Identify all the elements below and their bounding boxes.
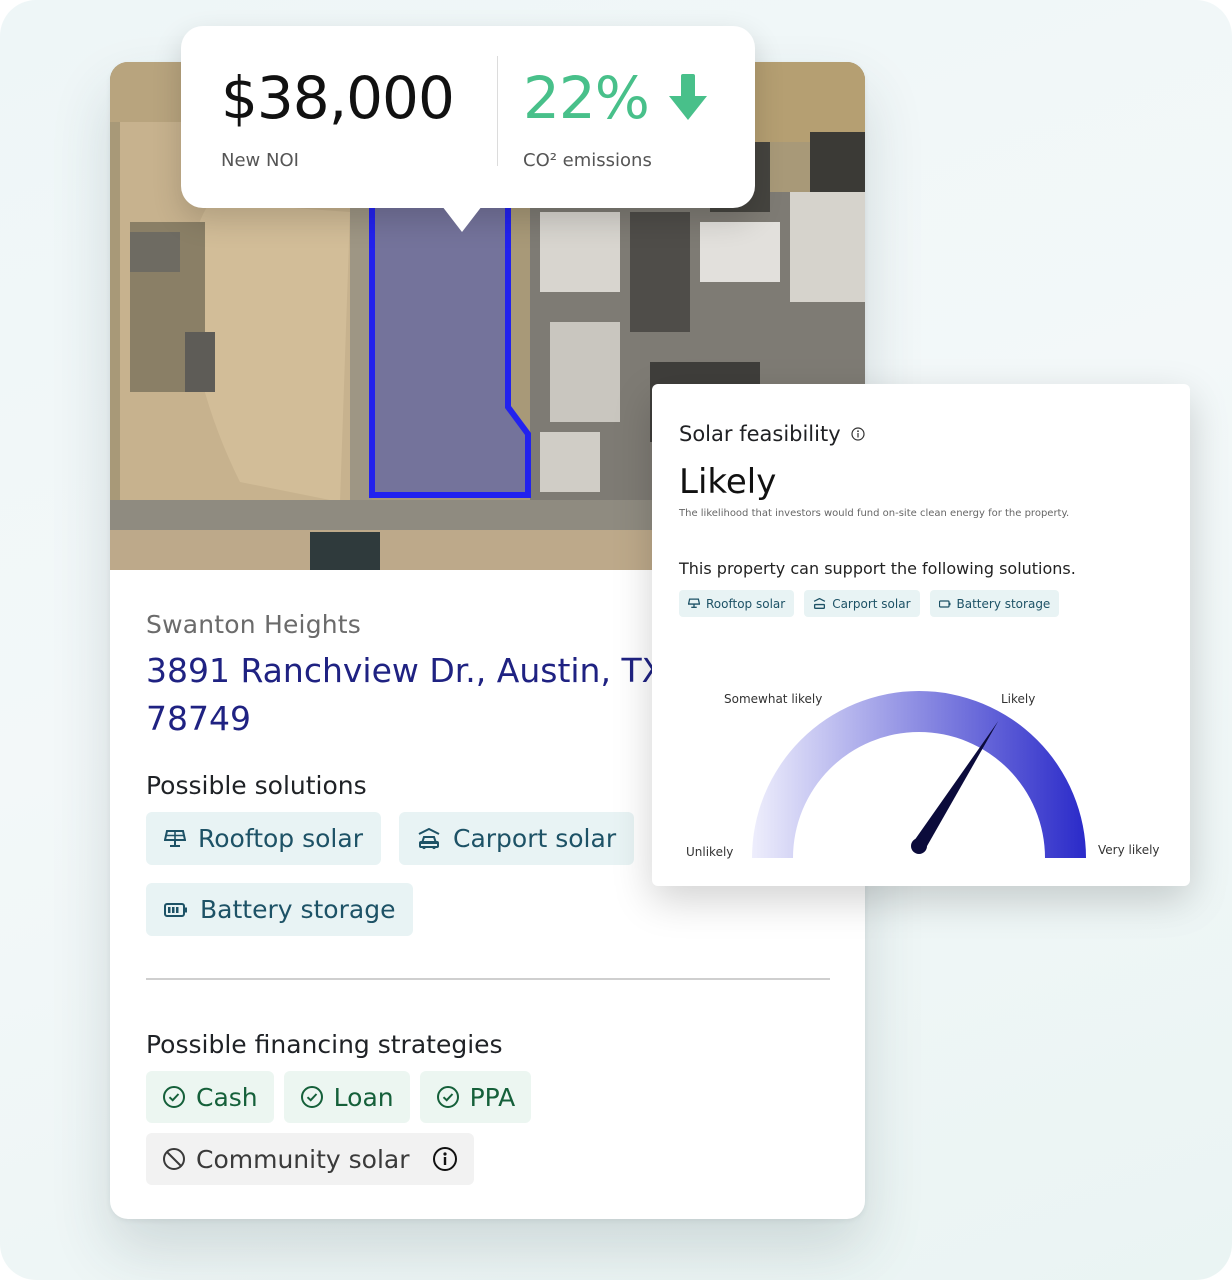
feasibility-title-row: Solar feasibility xyxy=(679,422,865,446)
mini-chip-label: Battery storage xyxy=(956,596,1051,611)
mini-chip-battery-storage[interactable]: Battery storage xyxy=(929,590,1060,617)
battery-icon xyxy=(938,599,950,608)
solar-feasibility-card: Solar feasibility Likely The likelihood … xyxy=(652,384,1190,886)
carport-icon xyxy=(813,597,826,609)
mini-chip-rooftop-solar[interactable]: Rooftop solar xyxy=(679,590,795,617)
gauge-label-unlikely: Unlikely xyxy=(686,845,734,859)
financing-chip-loan[interactable]: Loan xyxy=(283,1071,410,1123)
section-divider xyxy=(146,978,830,980)
check-circle-icon xyxy=(163,1086,185,1108)
kpi-separator xyxy=(497,56,498,166)
info-icon[interactable] xyxy=(432,1146,458,1172)
kpi-popup: $38,000 New NOI 22% CO² emissions xyxy=(181,26,755,232)
feasibility-support-text: This property can support the following … xyxy=(679,559,1076,578)
solution-label: Carport solar xyxy=(452,824,617,853)
solution-chip-battery-storage[interactable]: Battery storage xyxy=(146,883,414,936)
feasibility-solutions: Rooftop solar Carport solar Battery stor… xyxy=(679,590,1060,617)
financing-chip-cash[interactable]: Cash xyxy=(146,1071,274,1123)
financing-label: Cash xyxy=(196,1082,258,1112)
check-circle-icon xyxy=(300,1086,323,1108)
noi-metric: $38,000 New NOI xyxy=(221,64,455,171)
gauge-label-likely: Likely xyxy=(1001,692,1036,706)
mini-chip-label: Rooftop solar xyxy=(706,596,786,611)
gauge-label-very-likely: Very likely xyxy=(1098,843,1160,857)
solar-panel-icon xyxy=(688,598,700,608)
financing-label: Community solar xyxy=(196,1144,410,1174)
property-address[interactable]: 3891 Ranchview Dr., Austin, TX 78749 xyxy=(146,647,666,743)
info-icon[interactable] xyxy=(851,427,865,441)
feasibility-gauge: Unlikely Somewhat likely Likely Very lik… xyxy=(652,664,1190,886)
financing-title: Possible financing strategies xyxy=(146,1030,503,1059)
financing-chip-ppa[interactable]: PPA xyxy=(419,1071,532,1123)
co2-metric: 22% CO² emissions xyxy=(523,64,709,171)
battery-icon xyxy=(164,902,187,917)
gauge-arc xyxy=(752,691,1086,858)
carport-icon xyxy=(418,827,440,849)
solution-label: Rooftop solar xyxy=(198,824,363,853)
solution-chip-carport-solar[interactable]: Carport solar xyxy=(398,812,635,865)
financing-label: PPA xyxy=(469,1082,516,1112)
block-icon xyxy=(163,1148,185,1170)
co2-value-row: 22% xyxy=(523,64,709,132)
noi-value: $38,000 xyxy=(221,64,455,132)
feasibility-status: Likely xyxy=(679,462,777,502)
co2-label: CO² emissions xyxy=(523,150,652,171)
mini-chip-label: Carport solar xyxy=(832,596,911,611)
feasibility-description: The likelihood that investors would fund… xyxy=(679,508,1070,519)
kpi-pointer xyxy=(442,206,482,232)
check-circle-icon xyxy=(436,1086,459,1108)
financing-list: Cash Loan PPA Community solar xyxy=(146,1071,836,1185)
gauge-needle xyxy=(911,721,999,854)
arrow-down-icon xyxy=(668,74,707,120)
solution-label: Battery storage xyxy=(200,895,396,924)
solution-chip-rooftop-solar[interactable]: Rooftop solar xyxy=(146,812,381,865)
financing-label: Loan xyxy=(333,1082,394,1112)
financing-chip-community-solar[interactable]: Community solar xyxy=(146,1133,474,1185)
mini-chip-carport-solar[interactable]: Carport solar xyxy=(804,590,920,617)
noi-label: New NOI xyxy=(221,150,299,171)
co2-value: 22% xyxy=(523,64,650,132)
gauge-label-somewhat-likely: Somewhat likely xyxy=(724,692,823,706)
solar-panel-icon xyxy=(164,829,186,847)
feasibility-title: Solar feasibility xyxy=(679,422,841,446)
